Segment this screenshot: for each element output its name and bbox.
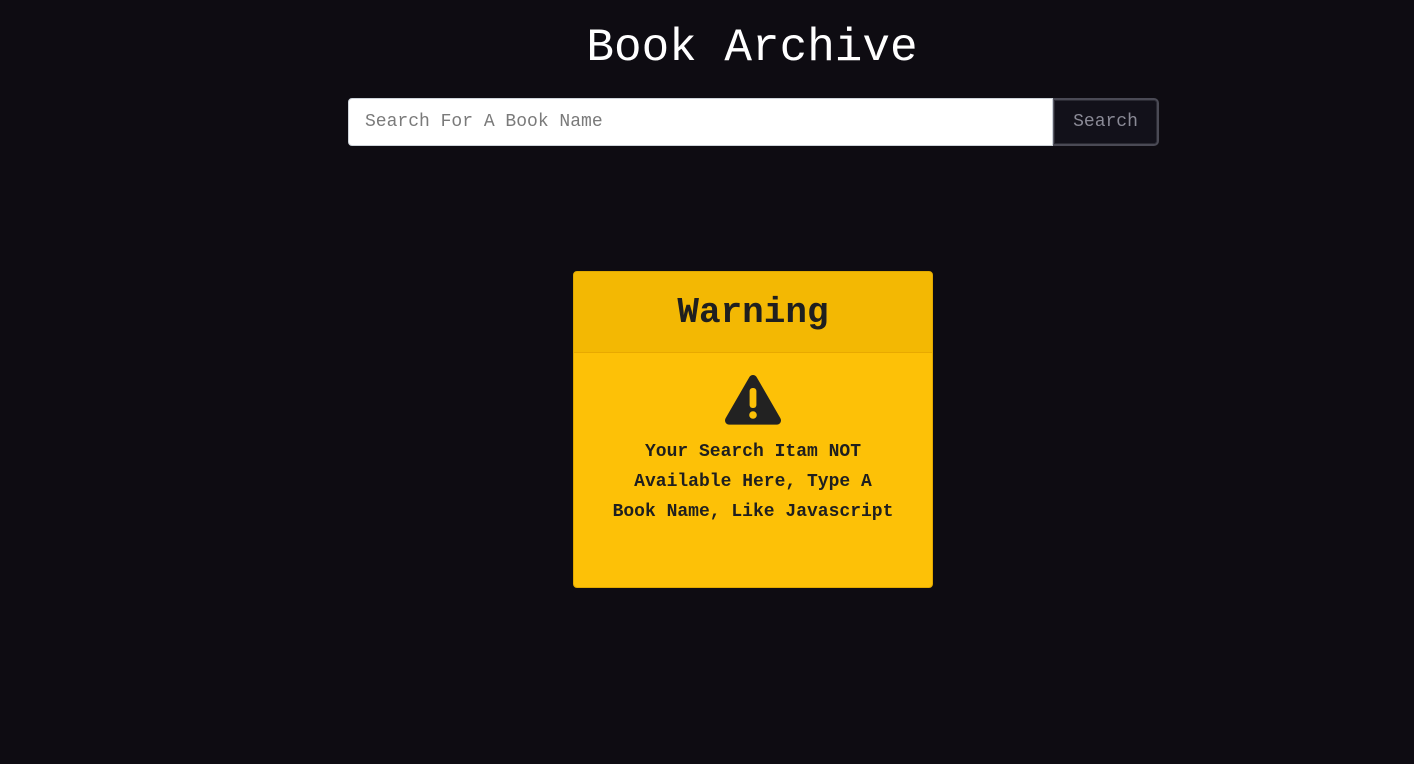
warning-card: Warning Your Search Itam NOT Available H… <box>573 271 933 588</box>
search-button[interactable]: Search <box>1053 98 1159 146</box>
warning-card-body: Your Search Itam NOT Available Here, Typ… <box>574 353 932 527</box>
page-title: Book Archive <box>586 22 918 74</box>
search-bar: Search <box>348 98 1159 146</box>
search-input[interactable] <box>348 98 1053 146</box>
exclamation-triangle-icon <box>725 375 781 425</box>
warning-title: Warning <box>677 291 829 333</box>
warning-message: Your Search Itam NOT Available Here, Typ… <box>612 442 894 522</box>
page: Book Archive Search Warning Your Search … <box>0 0 1414 764</box>
warning-card-header: Warning <box>574 272 932 353</box>
